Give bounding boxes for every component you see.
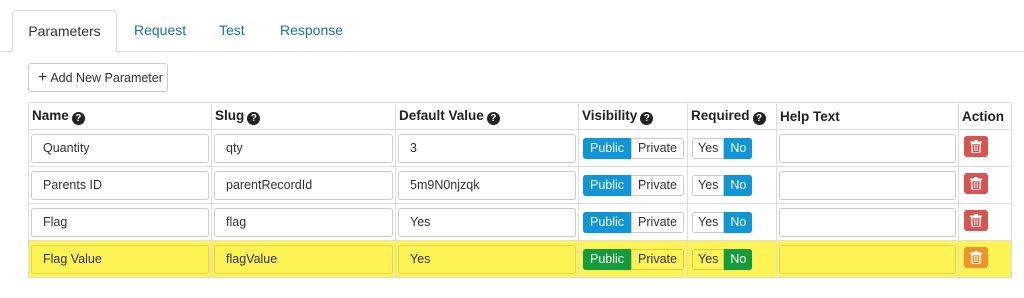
name-input[interactable]: Flag: [31, 207, 209, 237]
trash-icon: [970, 177, 982, 190]
tab-test[interactable]: Test: [219, 10, 245, 52]
table-row: Flag flag Yes Public Private Yes No: [28, 203, 1012, 241]
table-row-highlighted: Flag Value flagValue Yes Public Private Y…: [28, 240, 1012, 278]
trash-icon: [970, 251, 982, 264]
no-button[interactable]: No: [724, 211, 753, 233]
header-required: Required?: [687, 102, 777, 130]
yes-button[interactable]: Yes: [692, 137, 725, 159]
tab-parameters[interactable]: Parameters: [12, 10, 117, 52]
yes-button[interactable]: Yes: [692, 248, 725, 270]
tab-bar: Parameters Request Test Response: [0, 0, 1024, 52]
visibility-toggle: Public Private: [583, 174, 684, 196]
help-icon[interactable]: ?: [486, 111, 500, 125]
name-input[interactable]: Quantity: [31, 133, 209, 163]
help-icon[interactable]: ?: [752, 111, 766, 125]
private-button[interactable]: Private: [631, 211, 684, 233]
slug-input[interactable]: flagValue: [214, 244, 393, 274]
slug-input[interactable]: parentRecordId: [214, 170, 393, 200]
header-action: Action: [958, 102, 1012, 130]
trash-icon: [970, 140, 982, 153]
yes-button[interactable]: Yes: [692, 211, 725, 233]
public-button[interactable]: Public: [583, 248, 632, 270]
default-value-input[interactable]: Yes: [398, 244, 576, 274]
public-button[interactable]: Public: [583, 174, 632, 196]
delete-button[interactable]: [964, 210, 988, 231]
visibility-toggle: Public Private: [583, 211, 684, 233]
public-button[interactable]: Public: [583, 137, 632, 159]
slug-input[interactable]: qty: [214, 133, 393, 163]
slug-input[interactable]: flag: [214, 207, 393, 237]
header-visibility: Visibility?: [578, 102, 688, 130]
add-new-parameter-label: Add New Parameter: [50, 70, 163, 85]
delete-button[interactable]: [964, 247, 988, 268]
header-help-text: Help Text: [776, 102, 959, 130]
yes-button[interactable]: Yes: [692, 174, 725, 196]
help-text-input[interactable]: [779, 207, 956, 237]
help-icon[interactable]: ?: [247, 111, 261, 125]
name-input[interactable]: Parents ID: [31, 170, 209, 200]
visibility-toggle: Public Private: [583, 248, 684, 270]
private-button[interactable]: Private: [631, 137, 684, 159]
table-header-row: Name? Slug? Default Value? Visibility? R…: [28, 102, 1012, 130]
help-text-input[interactable]: [779, 133, 956, 163]
table-row: Parents ID parentRecordId 5m9N0njzqk Pub…: [28, 166, 1012, 204]
header-default-value: Default Value?: [395, 102, 579, 130]
default-value-input[interactable]: 3: [398, 133, 576, 163]
trash-icon: [970, 214, 982, 227]
no-button[interactable]: No: [724, 248, 753, 270]
required-toggle: Yes No: [692, 174, 753, 196]
help-text-input[interactable]: [779, 244, 956, 274]
private-button[interactable]: Private: [631, 248, 684, 270]
delete-button[interactable]: [964, 173, 988, 194]
default-value-input[interactable]: 5m9N0njzqk: [398, 170, 576, 200]
visibility-toggle: Public Private: [583, 137, 684, 159]
header-slug: Slug?: [211, 102, 396, 130]
private-button[interactable]: Private: [631, 174, 684, 196]
table-row: Quantity qty 3 Public Private Yes No: [28, 129, 1012, 167]
plus-icon: +: [38, 68, 48, 86]
delete-button[interactable]: [964, 136, 988, 157]
tab-response[interactable]: Response: [280, 10, 343, 52]
name-input[interactable]: Flag Value: [31, 244, 209, 274]
required-toggle: Yes No: [692, 137, 753, 159]
default-value-input[interactable]: Yes: [398, 207, 576, 237]
help-icon[interactable]: ?: [71, 111, 85, 125]
no-button[interactable]: No: [724, 174, 753, 196]
tab-request[interactable]: Request: [134, 10, 186, 52]
parameters-table: Name? Slug? Default Value? Visibility? R…: [28, 102, 1012, 278]
add-new-parameter-button[interactable]: + Add New Parameter: [28, 63, 168, 92]
help-text-input[interactable]: [779, 170, 956, 200]
required-toggle: Yes No: [692, 211, 753, 233]
header-name: Name?: [28, 102, 212, 130]
no-button[interactable]: No: [724, 137, 753, 159]
help-icon[interactable]: ?: [640, 111, 654, 125]
public-button[interactable]: Public: [583, 211, 632, 233]
required-toggle: Yes No: [692, 248, 753, 270]
